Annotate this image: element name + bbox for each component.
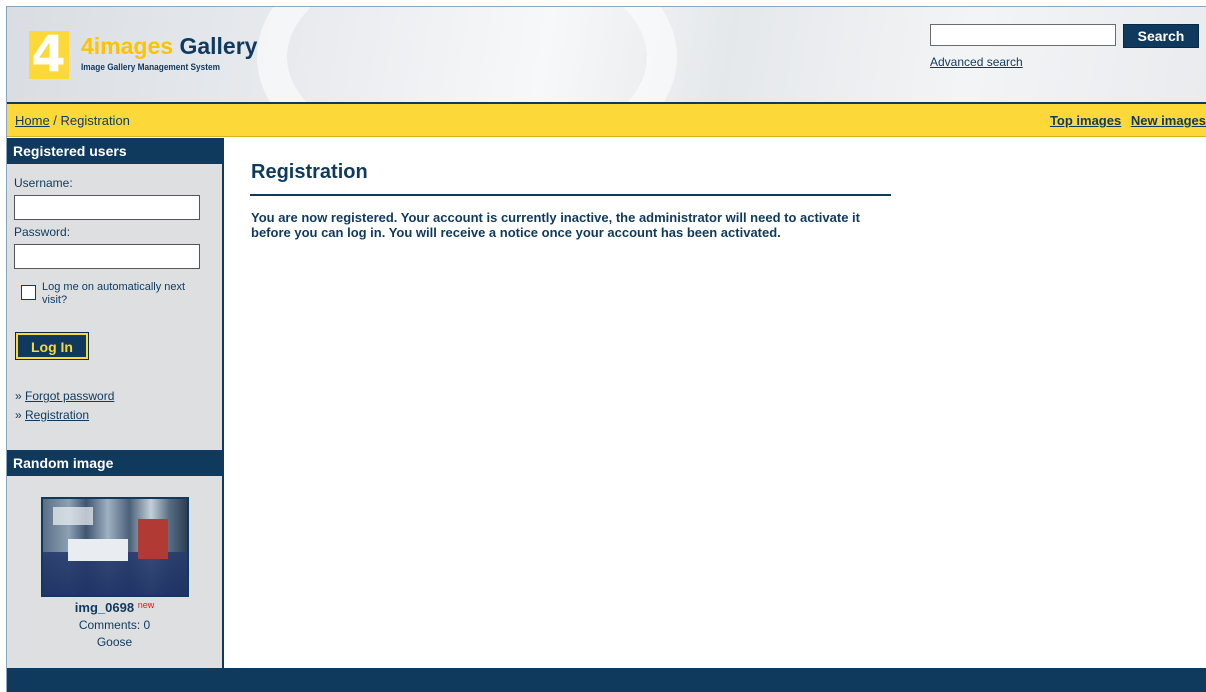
random-image-comments: Comments: 0 <box>78 618 151 632</box>
password-label: Password: <box>14 225 71 239</box>
registered-users-heading: Registered users <box>7 138 222 164</box>
site-footer <box>7 668 1206 692</box>
breadcrumb: Home / Registration <box>15 113 130 128</box>
title-divider <box>250 194 891 196</box>
advanced-search-link[interactable]: Advanced search <box>930 55 1023 69</box>
sidebar: Registered users Username: Password: Log… <box>7 138 224 668</box>
breadcrumb-home-link[interactable]: Home <box>15 113 50 128</box>
breadcrumb-current: Registration <box>60 113 130 128</box>
registration-message: You are now registered. Your account is … <box>251 210 860 240</box>
random-image-thumbnail[interactable] <box>41 497 189 597</box>
random-image-user: Goose <box>96 635 133 649</box>
page-frame: 4 4images Gallery Image Gallery Manageme… <box>6 6 1206 692</box>
forgot-password-item: » Forgot password <box>15 389 114 403</box>
link-bullet: » <box>15 408 26 422</box>
nav-links: Top images New images <box>1044 113 1206 128</box>
username-label: Username: <box>14 176 73 190</box>
logo-title-part-b: Gallery <box>173 33 258 59</box>
remember-me-checkbox[interactable] <box>21 285 36 300</box>
breadcrumb-separator: / <box>49 113 61 128</box>
logo-subtitle: Image Gallery Management System <box>81 62 220 72</box>
username-field[interactable] <box>14 195 200 220</box>
random-image-name-link[interactable]: img_0698 <box>75 600 134 615</box>
password-field[interactable] <box>14 244 200 269</box>
header-swoosh-decoration <box>257 7 677 102</box>
new-images-link[interactable]: New images <box>1131 113 1206 128</box>
login-button[interactable]: Log In <box>15 332 89 360</box>
top-images-link[interactable]: Top images <box>1050 113 1121 128</box>
nav-bar: Home / Registration Top images New image… <box>7 104 1206 137</box>
registration-link[interactable]: Registration <box>25 408 89 422</box>
link-bullet: » <box>15 389 26 403</box>
forgot-password-link[interactable]: Forgot password <box>25 389 114 403</box>
search-button[interactable]: Search <box>1123 24 1199 48</box>
thumbnail-detail <box>53 507 93 525</box>
site-header: 4 4images Gallery Image Gallery Manageme… <box>7 7 1206 102</box>
logo-title: 4images Gallery <box>81 33 257 59</box>
new-badge: new <box>137 600 155 610</box>
registration-item: » Registration <box>15 408 89 422</box>
remember-me-label: Log me on automatically next visit? <box>42 281 186 306</box>
page-title: Registration <box>251 161 368 183</box>
thumbnail-detail <box>138 519 168 559</box>
search-input[interactable] <box>930 24 1116 46</box>
logo-title-part-a: 4images <box>81 33 174 59</box>
logo-four-glyph: 4 <box>31 25 66 83</box>
random-image-title: img_0698 new <box>7 600 222 615</box>
thumbnail-detail <box>68 539 128 561</box>
random-image-heading: Random image <box>7 450 222 476</box>
